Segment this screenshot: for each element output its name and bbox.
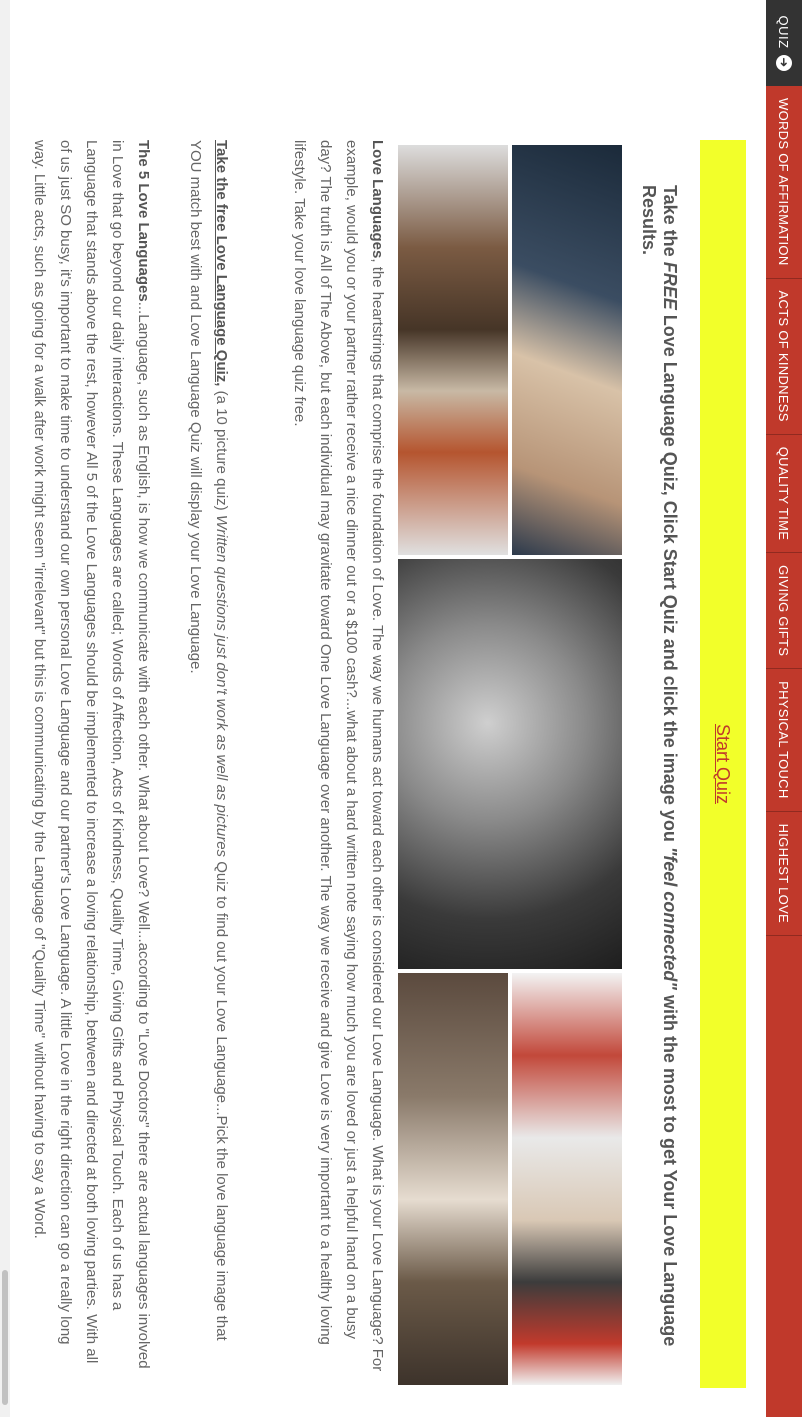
horizontal-scrollbar[interactable]: [0, 0, 10, 1417]
heading-middle: Love Language Quiz, Click Start Quiz and…: [660, 309, 680, 847]
quiz-mid: (a 10 picture quiz): [213, 386, 230, 515]
kitchen-couple-photo: [512, 973, 622, 1385]
top-nav: QUIZ ➜ WORDS OF AFFIRMATION ACTS OF KIND…: [766, 0, 802, 1417]
page-heading: Take the FREE Love Language Quiz, Click …: [638, 185, 680, 1365]
quiz-italic: Written questions just don't work as wel…: [213, 514, 230, 858]
heading-feel-connected: "feel connected": [660, 846, 680, 990]
start-quiz-link[interactable]: Start Quiz: [713, 724, 734, 804]
reading-couple-photo: [398, 973, 508, 1385]
quiz-paragraph: Take the free Love Language Quiz, (a 10 …: [182, 140, 234, 1375]
nav-item-words-of-affirmation[interactable]: WORDS OF AFFIRMATION: [766, 86, 802, 279]
couple-street-photo: [398, 145, 508, 555]
nav-quiz-label: QUIZ: [776, 15, 792, 49]
arrow-circle-icon: ➜: [776, 54, 792, 71]
image-collage: [398, 145, 622, 1385]
holding-hands-photo: [398, 559, 622, 969]
intro-bold: Love Languages: [369, 140, 386, 259]
nav-item-giving-gifts[interactable]: GIVING GIFTS: [766, 553, 802, 670]
nav-item-quality-time[interactable]: QUALITY TIME: [766, 434, 802, 554]
languages-bold: The 5 Love Languages: [135, 140, 152, 302]
intro-text: , the heartstrings that comprise the fou…: [291, 140, 386, 1372]
free-quiz-link[interactable]: Take the free Love Language Quiz,: [213, 140, 230, 386]
start-quiz-banner: Start Quiz: [700, 140, 746, 1388]
nav-item-physical-touch[interactable]: PHYSICAL TOUCH: [766, 669, 802, 812]
scrollbar-thumb[interactable]: [2, 1270, 8, 1405]
money-handoff-photo: [512, 145, 622, 555]
languages-paragraph: The 5 Love Languages...Language, such as…: [26, 140, 156, 1375]
nav-quiz[interactable]: QUIZ ➜: [766, 0, 802, 86]
nav-item-acts-of-kindness[interactable]: ACTS OF KINDNESS: [766, 278, 802, 435]
heading-free: FREE: [660, 261, 680, 310]
intro-paragraph: Love Languages, the heartstrings that co…: [286, 140, 390, 1375]
languages-text: ...Language, such as English, is how we …: [31, 140, 152, 1369]
nav-item-highest-love[interactable]: HIGHEST LOVE: [766, 811, 802, 937]
heading-prefix: Take the: [660, 185, 680, 262]
rotated-page: QUIZ ➜ WORDS OF AFFIRMATION ACTS OF KIND…: [0, 0, 802, 1417]
